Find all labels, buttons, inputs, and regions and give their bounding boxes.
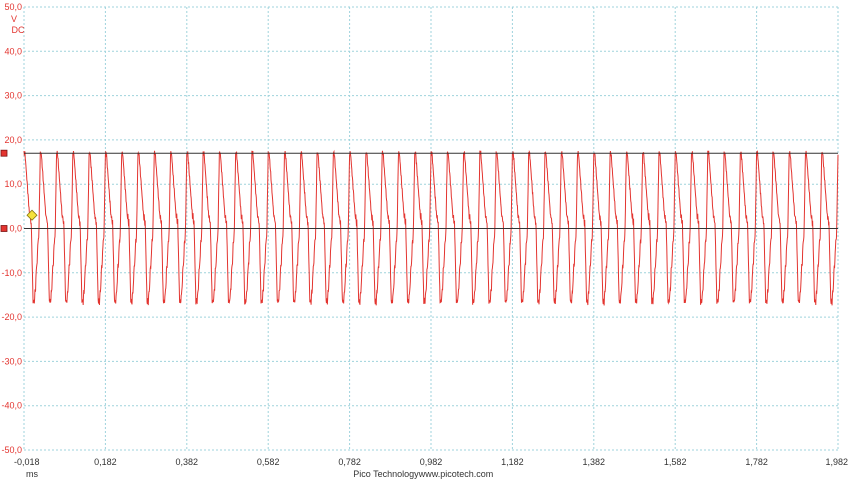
y-tick-label: 20,0 <box>4 135 22 145</box>
markers-layer <box>26 209 38 221</box>
x-tick-label: 0,382 <box>176 457 199 467</box>
footer-url: www.picotech.com <box>418 469 494 479</box>
y-tick-label: 50,0 <box>4 2 22 12</box>
y-tick-label: 30,0 <box>4 91 22 101</box>
x-tick-label: 1,782 <box>745 457 768 467</box>
channel-unit-label: V <box>11 14 17 24</box>
x-tick-label: 0,582 <box>257 457 280 467</box>
ruler-handle-lower[interactable] <box>0 225 8 232</box>
x-tick-label: 1,182 <box>501 457 524 467</box>
x-axis-labels: -0,018 0,182 0,382 0,582 0,782 0,982 1,182 1,38… <box>14 457 848 467</box>
y-tick-label: 10,0 <box>4 179 22 189</box>
y-tick-label: 40,0 <box>4 46 22 56</box>
y-tick-label: -20,0 <box>1 312 22 322</box>
y-tick-label: -40,0 <box>1 401 22 411</box>
x-tick-label: -0,018 <box>14 457 40 467</box>
y-tick-label: -50,0 <box>1 445 22 455</box>
x-tick-label: 1,982 <box>825 457 848 467</box>
x-tick-label: 0,982 <box>420 457 443 467</box>
y-tick-label: -10,0 <box>1 268 22 278</box>
y-tick-label: 0,0 <box>9 224 22 234</box>
x-tick-label: 0,782 <box>338 457 361 467</box>
ruler-handle-upper[interactable] <box>0 149 8 157</box>
y-tick-label: -30,0 <box>1 356 22 366</box>
scope-display: 50,0 40,0 30,0 20,0 10,0 0,0 -10,0 -20,0 -30,0 -4… <box>0 2 848 479</box>
trigger-marker[interactable] <box>26 209 38 221</box>
x-tick-label: 0,182 <box>94 457 117 467</box>
x-tick-label: 1,582 <box>664 457 687 467</box>
footer-brand: Pico Technology <box>353 469 419 479</box>
channel-coupling-label: DC <box>12 25 25 35</box>
ruler-lines <box>0 149 838 232</box>
x-tick-label: 1,382 <box>583 457 606 467</box>
x-axis-unit-label: ms <box>26 469 38 479</box>
